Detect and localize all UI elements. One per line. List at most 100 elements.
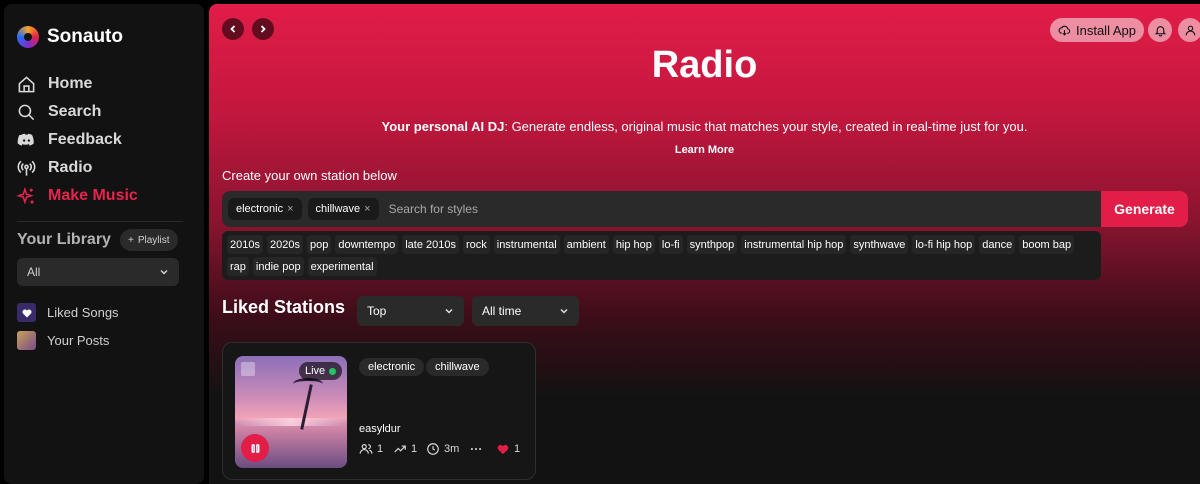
listeners-count: 1 (377, 443, 384, 455)
app-name: Sonauto (47, 26, 123, 47)
station-tag[interactable]: electronic (359, 358, 425, 376)
suggestion-chip[interactable]: synthpop (686, 235, 738, 254)
sidebar: Sonauto Home Search Feedback Radio Make … (4, 4, 204, 484)
app-logo[interactable]: Sonauto (17, 26, 123, 48)
nav-label-radio: Radio (48, 159, 93, 176)
generate-button[interactable]: Generate (1101, 191, 1188, 227)
chip-label: electronic (236, 203, 284, 215)
nav-item-radio[interactable]: Radio (17, 154, 138, 182)
suggestion-chip[interactable]: lo-fi hip hop (912, 235, 976, 254)
selected-style-chip[interactable]: chillwave × (307, 198, 379, 220)
liked-stations-title: Liked Stations (222, 297, 346, 317)
sonauto-logo-icon (17, 26, 39, 48)
discord-icon (17, 133, 34, 146)
library-item-label: Your Posts (47, 333, 110, 348)
learn-more-link[interactable]: Learn More (209, 144, 1200, 156)
suggestion-chip[interactable]: synthwave (850, 235, 909, 254)
radio-icon (17, 160, 36, 176)
remove-icon[interactable]: × (287, 203, 293, 215)
nav-item-make-music[interactable]: Make Music (17, 182, 138, 210)
listeners-stat: 1 (359, 442, 383, 456)
add-playlist-button[interactable]: + Playlist (120, 229, 178, 251)
nav-label-feedback: Feedback (48, 131, 122, 148)
likes-count: 1 (514, 443, 521, 455)
suggestion-chip[interactable]: ambient (563, 235, 609, 254)
page-title: Radio (651, 44, 758, 86)
more-options-button[interactable] (469, 442, 483, 456)
sort-value: Top (367, 304, 387, 318)
search-icon (18, 104, 35, 120)
time-range-value: All time (482, 304, 522, 318)
page-tagline: Your personal AI DJ: Generate endless, o… (209, 119, 1200, 134)
suggestion-chip[interactable]: instrumental hip hop (741, 235, 847, 254)
library-filter-value: All (27, 265, 41, 279)
suggestion-chip[interactable]: instrumental (493, 235, 560, 254)
heart-icon (17, 303, 36, 322)
chevron-down-icon (445, 308, 453, 314)
tagline-bold: Your personal AI DJ (381, 119, 505, 134)
pause-button[interactable] (241, 434, 269, 462)
suggestion-chip[interactable]: rock (462, 235, 490, 254)
notifications-button[interactable] (1148, 18, 1172, 42)
suggestion-chip[interactable]: indie pop (252, 257, 304, 276)
main-nav: Home Search Feedback Radio Make Music (17, 70, 138, 210)
library-title: Your Library (17, 231, 111, 248)
trending-up-icon (394, 445, 406, 453)
nav-label-home: Home (48, 75, 93, 92)
suggestion-chip[interactable]: 2010s (227, 235, 263, 254)
library-filter-select[interactable]: All (17, 258, 179, 286)
suggestion-chip[interactable]: downtempo (335, 235, 399, 254)
user-icon (1185, 25, 1195, 35)
suggestion-chip[interactable]: late 2010s (402, 235, 459, 254)
nav-item-home[interactable]: Home (17, 70, 138, 98)
profile-button[interactable] (1178, 18, 1200, 42)
station-tag[interactable]: chillwave (426, 358, 489, 376)
install-app-label: Install App (1076, 22, 1136, 38)
suggestion-chip[interactable]: 2020s (266, 235, 303, 254)
style-search-input[interactable] (378, 202, 1101, 216)
install-app-button[interactable]: Install App (1050, 18, 1144, 42)
suggestion-chip[interactable]: boom bap (1019, 235, 1075, 254)
posts-thumbnail (17, 331, 36, 350)
artwork-horizon (235, 418, 347, 426)
style-search-bar: electronic × chillwave × Generate (222, 191, 1188, 227)
nav-item-search[interactable]: Search (17, 98, 138, 126)
clock-icon (427, 443, 439, 455)
remove-icon[interactable]: × (364, 203, 370, 215)
style-suggestions: 2010s 2020s pop downtempo late 2010s roc… (222, 231, 1101, 280)
nav-label-make-music: Make Music (48, 187, 138, 204)
suggestion-chip[interactable]: experimental (307, 257, 377, 276)
back-button[interactable] (222, 18, 244, 40)
chevron-down-icon (160, 269, 168, 275)
suggestion-chip[interactable]: dance (979, 235, 1016, 254)
pause-icon (251, 443, 259, 453)
suggestion-chip[interactable]: lo-fi (658, 235, 683, 254)
live-badge: Live (299, 362, 343, 380)
suggestion-chip[interactable]: hip hop (612, 235, 655, 254)
selected-style-chip[interactable]: electronic × (228, 198, 302, 220)
live-dot-icon (329, 367, 337, 375)
users-icon (359, 444, 373, 454)
sort-dropdown[interactable]: Top (357, 296, 464, 326)
like-button[interactable]: 1 (496, 442, 520, 456)
station-creator[interactable]: easyldur (359, 423, 401, 435)
time-range-dropdown[interactable]: All time (472, 296, 579, 326)
nav-item-feedback[interactable]: Feedback (17, 126, 138, 154)
suggestion-chip[interactable]: rap (227, 257, 249, 276)
suggestion-chip[interactable]: pop (306, 235, 332, 254)
forward-button[interactable] (252, 18, 274, 40)
station-card[interactable]: Live electronic chillwave easyldur 1 1 3… (222, 342, 536, 480)
add-playlist-label: Playlist (137, 234, 170, 246)
bell-icon (1154, 25, 1166, 36)
create-station-label: Create your own station below (222, 168, 397, 183)
sparkle-icon (17, 186, 34, 205)
library-item-liked-songs[interactable]: Liked Songs (17, 303, 119, 322)
duration-stat: 3m (426, 442, 459, 456)
duration-value: 3m (444, 443, 460, 455)
library-item-your-posts[interactable]: Your Posts (17, 331, 109, 350)
image-placeholder-icon (241, 362, 255, 376)
station-artwork: Live (235, 356, 347, 468)
tagline-text: : Generate endless, original music that … (504, 119, 1028, 134)
chevron-down-icon (560, 308, 568, 314)
trend-stat: 1 (393, 442, 417, 456)
